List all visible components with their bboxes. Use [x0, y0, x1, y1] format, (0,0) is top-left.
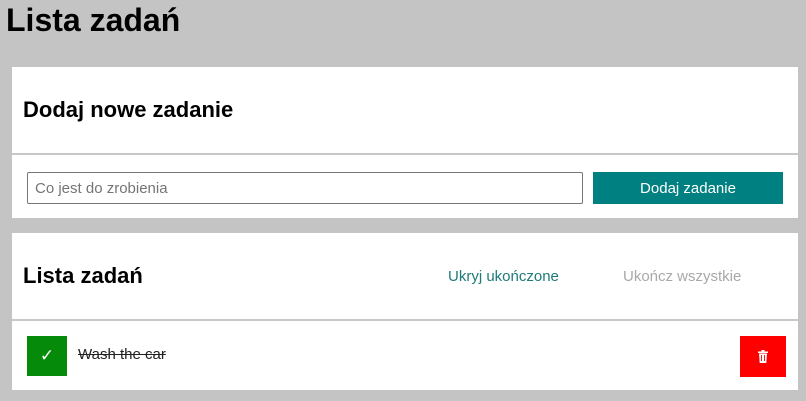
hide-completed-link[interactable]: Ukryj ukończone — [448, 268, 559, 285]
task-text: Wash the car — [78, 346, 166, 363]
task-list-heading: Lista zadań — [23, 263, 143, 288]
add-task-form: Dodaj zadanie — [12, 155, 798, 218]
add-task-header: Dodaj nowe zadanie — [12, 67, 798, 155]
task-item: ✓ Wash the car — [12, 321, 798, 390]
add-task-heading: Dodaj nowe zadanie — [23, 97, 234, 122]
complete-all-link[interactable]: Ukończ wszystkie — [623, 268, 741, 285]
page-title: Lista zadań — [6, 2, 181, 38]
trash-icon — [758, 350, 768, 363]
checkmark-icon: ✓ — [39, 346, 55, 365]
delete-task-button[interactable] — [740, 336, 786, 377]
task-list-header: Lista zadań Ukryj ukończone Ukończ wszys… — [12, 233, 798, 321]
new-task-input[interactable] — [27, 172, 583, 204]
toggle-complete-button[interactable]: ✓ — [27, 336, 67, 376]
add-task-card: Dodaj nowe zadanie Dodaj zadanie — [12, 67, 798, 218]
add-task-button[interactable]: Dodaj zadanie — [593, 172, 783, 204]
task-list-card: Lista zadań Ukryj ukończone Ukończ wszys… — [12, 233, 798, 390]
